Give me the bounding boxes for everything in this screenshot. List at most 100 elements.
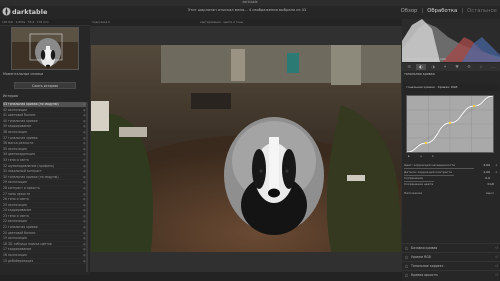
app-name: darktable — [12, 8, 48, 16]
tab-more[interactable]: … — [488, 64, 498, 70]
slider-value: 1.00 — [483, 170, 490, 174]
slider-saturation[interactable]: Цвет: коррекция насыщенности 2.00 ◂ — [404, 163, 498, 169]
history-item-label: 35 экспозиция — [3, 147, 27, 151]
tab-channel-l[interactable]: L — [408, 155, 410, 158]
module-title[interactable]: тональная кривая — [404, 72, 435, 76]
history-item-label: 23 тени и света — [3, 213, 29, 218]
history-item-label: 17 кадрирование — [3, 248, 31, 251]
reset-icon[interactable]: ↺ — [495, 273, 498, 277]
tab-effects[interactable]: ☆ — [476, 64, 486, 70]
history-item[interactable]: 15 дебайеризация ◐ — [3, 259, 87, 265]
view-darkroom[interactable]: Обработка — [427, 8, 457, 14]
tab-favorites[interactable]: ♥ — [452, 64, 462, 70]
history-item-number: 21 — [3, 225, 7, 230]
reset-icon[interactable]: ↺ — [495, 255, 498, 259]
compress-history-button[interactable]: Сжать историю — [14, 82, 76, 89]
history-item-label: 42 экспозиция — [3, 107, 27, 112]
history-item-text: тональная кривая — [7, 118, 38, 123]
curve-node[interactable] — [472, 104, 476, 108]
history-item-text: локальный контраст — [7, 169, 42, 174]
history-item-text: зоны яркости — [7, 191, 31, 196]
module-row[interactable]: ⏻ Тональное коррект. ↺ — [402, 261, 500, 270]
history-item-text: дебайеризация — [7, 258, 34, 263]
history-item-label: 18 3D-таблица поиска цветов — [3, 241, 52, 246]
curve-node[interactable] — [424, 141, 428, 145]
history-item-label: 38 экспозиция — [3, 129, 27, 134]
history-item-text: 3D-таблица поиска цветов — [7, 241, 52, 246]
history-item-label: 32 шумоподавление (профиль) — [3, 164, 54, 168]
history-item-label: 16 экспозиция — [3, 253, 27, 258]
module-row[interactable]: ⏻ Уровни RGB ↺ — [402, 252, 500, 261]
slider-track — [404, 168, 474, 169]
tab-base[interactable]: ◑ — [428, 64, 438, 70]
history-item-label: 19 экспозиция — [3, 237, 27, 240]
slider-label: Цвет: коррекция насыщенности — [404, 163, 456, 167]
history-item-number: 23 — [3, 213, 7, 218]
history-scrollbar[interactable] — [86, 102, 88, 272]
curve-node[interactable] — [448, 121, 452, 125]
history-header[interactable]: История — [3, 94, 18, 98]
power-icon[interactable]: ⏻ — [405, 273, 408, 278]
history-item-text: тональная кривая — [7, 135, 38, 140]
power-icon[interactable]: ⏻ — [405, 264, 408, 269]
history-item-number: 15 — [3, 258, 7, 263]
history-item-text: экспозиция — [7, 202, 27, 207]
slider-value: 0.0 — [485, 176, 490, 180]
history-item-number: 20 — [3, 230, 7, 235]
module-label: Уровни RGB — [411, 255, 431, 259]
module-label: Тональное коррект. — [411, 264, 445, 268]
history-item-number: 43 — [3, 102, 7, 106]
main-image[interactable] — [91, 45, 401, 252]
history-item-label: 31 локальный контраст — [3, 170, 42, 173]
tab-quick-access[interactable]: ☰ — [404, 64, 414, 70]
tab-tone[interactable]: ✦ — [440, 64, 450, 70]
history-item-text: кадрирование — [7, 124, 32, 129]
history-item-text: экспозиция — [7, 129, 27, 134]
power-icon[interactable]: ⏻ — [405, 246, 408, 251]
history-item-number: 27 — [3, 191, 7, 196]
history-item-text: тени и света — [7, 197, 29, 202]
preserve-color-combobox[interactable]: Сохранение цвета RGB — [404, 182, 498, 188]
navigation-thumbnail[interactable] — [11, 27, 79, 70]
tab-channel-b[interactable]: b — [432, 155, 434, 158]
history-item-number: 16 — [3, 253, 7, 258]
reset-icon[interactable]: ↺ — [495, 264, 498, 268]
tab-channel-a[interactable]: a — [420, 155, 422, 158]
curve-mode-label: тональная кривая · Кривая: RGB — [406, 84, 458, 89]
power-icon[interactable]: ⏻ — [405, 255, 408, 260]
snapshots-header[interactable]: Моментальные снимки — [3, 72, 43, 76]
history-item-number: 28 — [3, 185, 7, 190]
history-item-label: 36 маска резкости — [3, 142, 33, 145]
image-info-bar: 100 ISO · 1/250s · f/5.6 · 135 mm — [0, 19, 90, 26]
module-group-tabs: ☰ ◐ ◑ ✦ ♥ ⚙ ☆ … — [402, 63, 500, 71]
hints-dropdown[interactable]: подсказка ▾ — [92, 20, 110, 24]
history-item-number: 26 — [3, 197, 7, 202]
history-item-text: маска резкости — [7, 141, 34, 146]
preserve-color-value: RGB — [487, 182, 494, 186]
blend-mode-combobox[interactable]: Наложение выкл — [404, 191, 498, 197]
view-lighttable[interactable]: Обзор — [401, 8, 418, 14]
reset-icon[interactable]: ↺ — [495, 246, 498, 250]
tone-curve-graph[interactable] — [406, 95, 494, 153]
history-item-number: 25 — [3, 202, 7, 207]
view-separator: | — [421, 8, 424, 14]
tab-active-modules[interactable]: ◐ — [416, 64, 426, 70]
blend-value: выкл — [486, 191, 494, 195]
histogram-exif: 1/250 f/5.6 135 mm ISO 100 — [403, 57, 446, 61]
tab-correct[interactable]: ⚙ — [464, 64, 474, 70]
history-item-number: 42 — [3, 107, 7, 112]
module-row[interactable]: ⏻ Базовая кривая ↺ — [402, 243, 500, 252]
histogram[interactable] — [402, 19, 500, 62]
history-item-label: 25 экспозиция — [3, 202, 27, 207]
history-item-text: цветовой баланс — [7, 230, 36, 235]
view-other[interactable]: Остальное — [467, 8, 497, 14]
slider-arrow-icon: ◂ — [495, 162, 497, 167]
slider-label: Сохранение — [404, 176, 424, 180]
collection-info: Этот шарлатан отыскал меня… 4 изображени… — [187, 8, 307, 12]
history-item-text: контраст и яркость — [7, 185, 40, 190]
history-item-text: цветовой баланс — [7, 113, 36, 118]
curve-mode-selector[interactable]: тональная кривая · Кривая: RGB — [404, 84, 498, 91]
module-row[interactable]: ⏻ Кривая яркости ↺ — [402, 270, 500, 279]
history-item-label: 37 тональная кривая — [3, 135, 38, 140]
history-item-text: экспозиция — [7, 219, 27, 224]
